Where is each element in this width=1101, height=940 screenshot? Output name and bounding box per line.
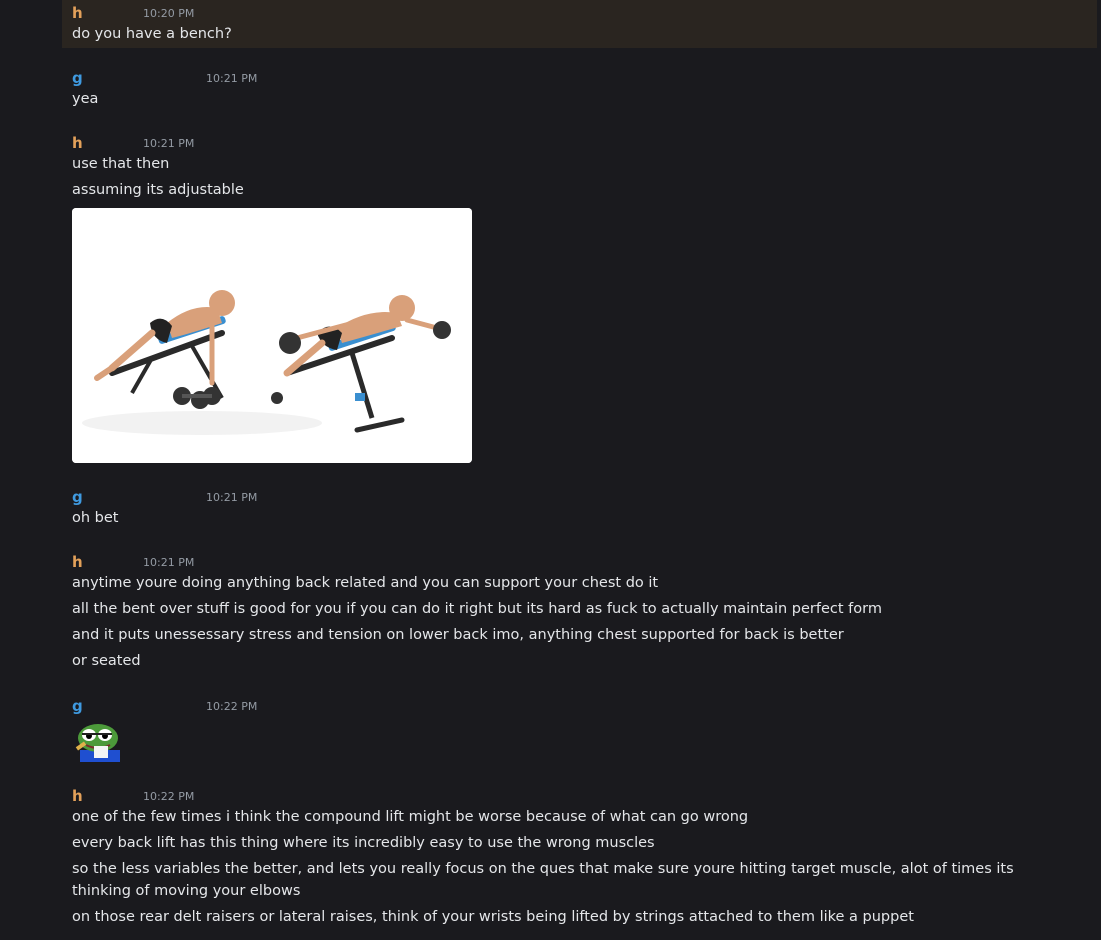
timestamp[interactable]: 10:21 PM: [206, 70, 257, 88]
message-text: and it puts unessessary stress and tensi…: [72, 627, 844, 643]
author-name[interactable]: h: [72, 787, 83, 805]
timestamp[interactable]: 10:22 PM: [143, 788, 194, 806]
message-header: h: [72, 134, 83, 152]
message-group[interactable]: h 10:20 PM do you have a bench?: [62, 0, 1097, 48]
message-group[interactable]: g 10:21 PM yea: [62, 60, 1097, 112]
message-group[interactable]: h 10:22 PM one of the few times i think …: [62, 778, 1097, 938]
message-text: so the less variables the better, and le…: [72, 861, 1014, 899]
frog-emoji[interactable]: [72, 722, 122, 762]
chat-messages: h 10:20 PM do you have a bench? g 10:21 …: [0, 0, 1101, 940]
message-header: h: [72, 4, 83, 22]
message-header: h: [72, 553, 83, 571]
timestamp[interactable]: 10:22 PM: [206, 698, 257, 716]
timestamp[interactable]: 10:21 PM: [143, 554, 194, 572]
message-text: one of the few times i think the compoun…: [72, 809, 749, 825]
image-attachment[interactable]: [72, 208, 472, 463]
message-text: every back lift has this thing where its…: [72, 835, 655, 851]
message-text: all the bent over stuff is good for you …: [72, 601, 882, 617]
chat-gutter: [0, 0, 62, 940]
message-header: g: [72, 488, 83, 506]
message-group[interactable]: g 10:21 PM oh bet: [62, 479, 1097, 531]
author-name[interactable]: g: [72, 69, 83, 87]
message-text: use that then: [72, 156, 170, 172]
message-header: g: [72, 697, 83, 715]
message-group[interactable]: h 10:21 PM anytime youre doing anything …: [62, 544, 1097, 674]
message-group[interactable]: g 10:22 PM: [62, 688, 1097, 768]
message-text: oh bet: [72, 510, 119, 526]
author-name[interactable]: h: [72, 134, 83, 152]
author-name[interactable]: g: [72, 488, 83, 506]
frog-emoji-icon: [75, 724, 120, 762]
message-text: or seated: [72, 653, 141, 669]
timestamp[interactable]: 10:21 PM: [206, 489, 257, 507]
timestamp[interactable]: 10:20 PM: [143, 5, 194, 23]
message-text: on those rear delt raisers or lateral ra…: [72, 909, 914, 925]
timestamp[interactable]: 10:21 PM: [143, 135, 194, 153]
message-text: anytime youre doing anything back relate…: [72, 575, 659, 591]
message-text: assuming its adjustable: [72, 182, 244, 198]
author-name[interactable]: h: [72, 553, 83, 571]
exercise-illustration: [72, 208, 472, 463]
message-text: do you have a bench?: [72, 26, 232, 42]
author-name[interactable]: h: [72, 4, 83, 22]
message-group[interactable]: h 10:21 PM use that then assuming its ad…: [62, 125, 1097, 470]
message-text: yea: [72, 91, 99, 107]
message-header: g: [72, 69, 83, 87]
author-name[interactable]: g: [72, 697, 83, 715]
message-header: h: [72, 787, 83, 805]
